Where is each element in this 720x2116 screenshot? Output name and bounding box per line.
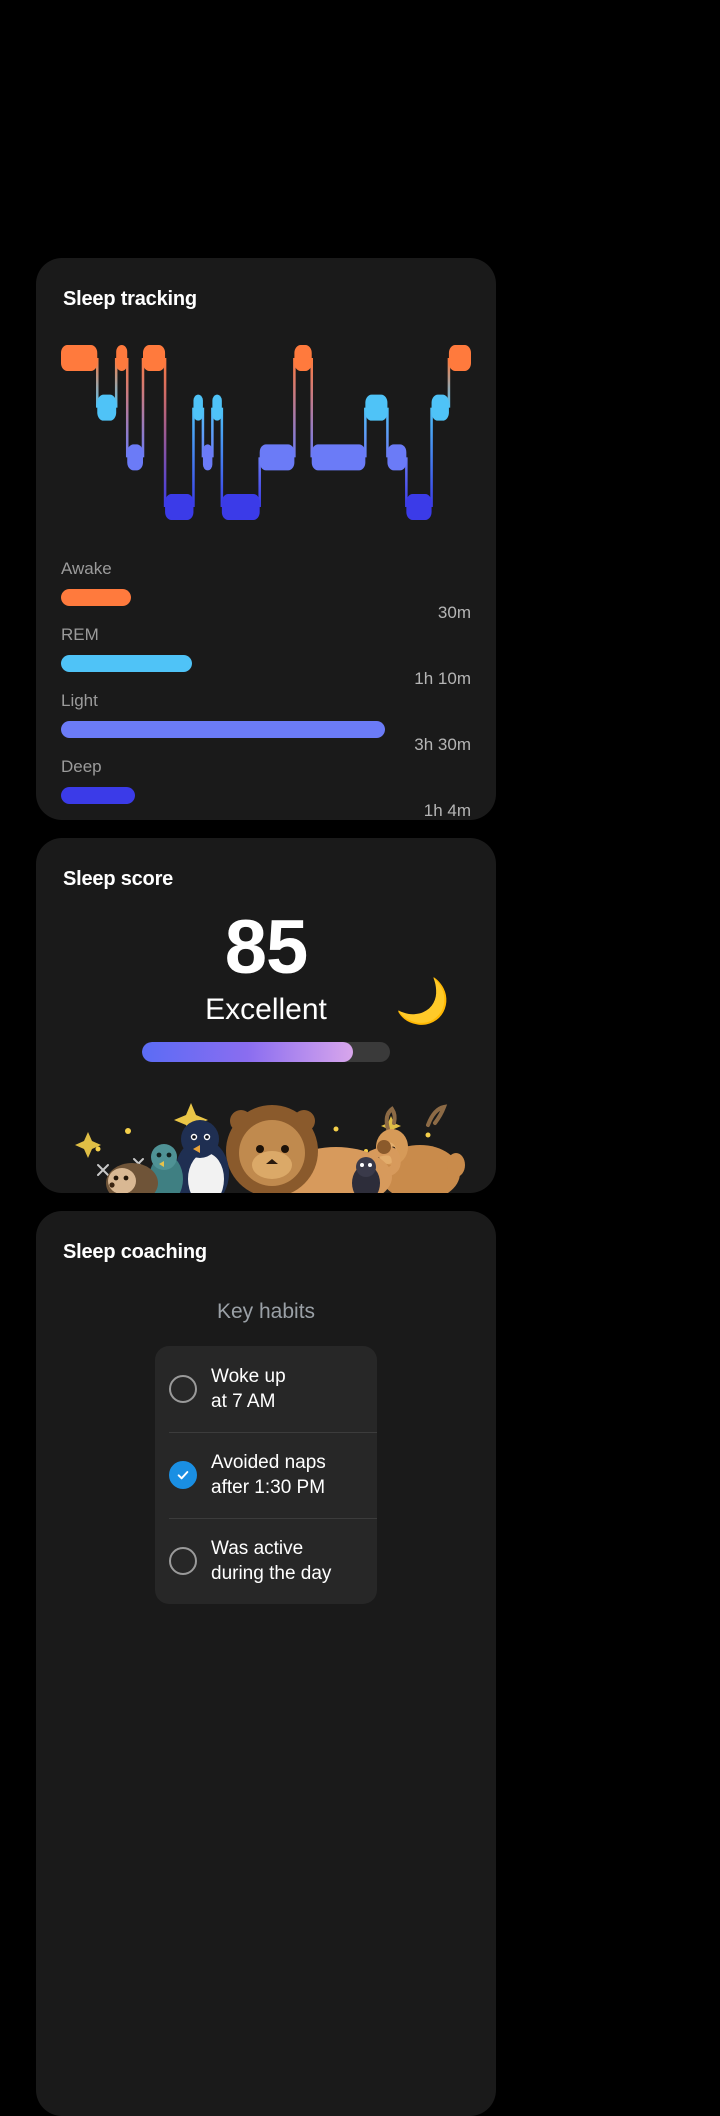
legend-row: Deep 1h 4m [61,756,471,820]
hypnogram-segment [61,345,97,371]
hypnogram-segment [165,494,193,520]
sleep-score-title: Sleep score [36,838,496,891]
habit-label: Was activeduring the day [211,1536,331,1586]
hedgehog-figure [106,1163,158,1193]
sleep-tracking-title: Sleep tracking [36,258,496,311]
hypnogram-segment [294,345,311,371]
sleep-score-progress-fill [142,1042,353,1062]
hypnogram-transition [310,358,313,457]
hypnogram-segment [449,345,471,371]
hypnogram-transition [142,358,145,457]
hypnogram-segment [127,444,143,470]
sleep-screen: Sleep tracking Awake 30mREM 1h 10mLight 3h … [0,0,720,2116]
habit-row[interactable]: Was activeduring the day [155,1518,377,1604]
animal-illustration [36,1073,496,1193]
lion-figure [226,1105,396,1193]
checkbox-empty-icon[interactable] [169,1375,197,1403]
key-habits-subtitle: Key habits [36,1300,496,1324]
legend-bar [61,721,385,738]
penguin-figure [175,1120,229,1193]
legend-duration: 3h 30m [414,735,471,755]
habit-label-line1: Woke up [211,1364,286,1389]
legend-row: Light 3h 30m [61,690,471,756]
sleep-coaching-title: Sleep coaching [36,1211,496,1264]
hypnogram-segment [203,444,212,470]
sparkle-group [75,1103,458,1163]
habit-label: Avoided napsafter 1:30 PM [211,1450,326,1500]
hypnogram-segment [222,494,260,520]
hypnogram-transition [164,358,167,507]
hypnogram-segment [97,395,116,421]
hypnogram-segment [116,345,127,371]
habit-label-line2: during the day [211,1561,331,1586]
legend-row: REM 1h 10m [61,624,471,690]
habit-label-line1: Avoided naps [211,1450,326,1475]
habit-label-line2: after 1:30 PM [211,1475,326,1500]
checkbox-empty-icon[interactable] [169,1547,197,1575]
sleep-coaching-card[interactable]: Sleep coaching Key habits Woke upat 7 AM… [36,1211,496,2116]
hypnogram-segments [61,345,471,520]
hypnogram-transition [221,408,224,507]
hypnogram-transition [430,408,433,507]
habit-row[interactable]: Avoided napsafter 1:30 PM [155,1432,377,1518]
hypnogram-transition [126,358,129,457]
hypnogram-transition [192,408,195,507]
hypnogram-segment [212,395,221,421]
habit-row[interactable]: Woke upat 7 AM [155,1346,377,1432]
hypnogram-segment [432,395,449,421]
habit-label-line1: Was active [211,1536,331,1561]
sleep-tracking-card[interactable]: Sleep tracking Awake 30mREM 1h 10mLight 3h … [36,258,496,820]
deer-figure [376,1107,465,1193]
legend-label: REM [61,624,471,646]
hypnogram-segment [387,444,406,470]
hypnogram-segment [365,395,387,421]
key-habits-list: Woke upat 7 AM Avoided napsafter 1:30 PM W… [155,1346,377,1604]
sleep-score-value: 85 [36,910,496,986]
moon-icon: 🌙 [395,980,450,1024]
habit-label-line2: at 7 AM [211,1389,286,1414]
sleep-score-progress-track [142,1042,390,1062]
hypnogram-chart[interactable] [61,345,471,520]
legend-duration: 1h 4m [424,801,471,820]
check-icon [176,1468,190,1482]
sleep-score-card[interactable]: Sleep score 85 Excellent 🌙 [36,838,496,1193]
legend-duration: 1h 10m [414,669,471,689]
hypnogram-segment [143,345,165,371]
legend-duration: 30m [438,603,471,623]
legend-label: Deep [61,756,471,778]
animal-illustration-svg [36,1073,496,1193]
legend-label: Light [61,690,471,712]
hypnogram-segment [193,395,202,421]
legend-label: Awake [61,558,471,580]
hypnogram-segment [260,444,295,470]
legend-bar [61,589,131,606]
hypnogram-segment [406,494,431,520]
habit-label: Woke upat 7 AM [211,1364,286,1414]
small-bird-figure [352,1157,380,1193]
hypnogram-transition [293,358,296,457]
legend-bar [61,655,192,672]
hypnogram-svg [61,345,471,520]
hypnogram-segment [312,444,366,470]
hypnogram-transitions [96,358,450,507]
sleep-stage-legend: Awake 30mREM 1h 10mLight 3h 30mDeep 1h 4m [61,558,471,820]
legend-bar [61,787,135,804]
bird-figure [149,1144,183,1193]
checkbox-checked-icon[interactable] [169,1461,197,1489]
legend-row: Awake 30m [61,558,471,624]
